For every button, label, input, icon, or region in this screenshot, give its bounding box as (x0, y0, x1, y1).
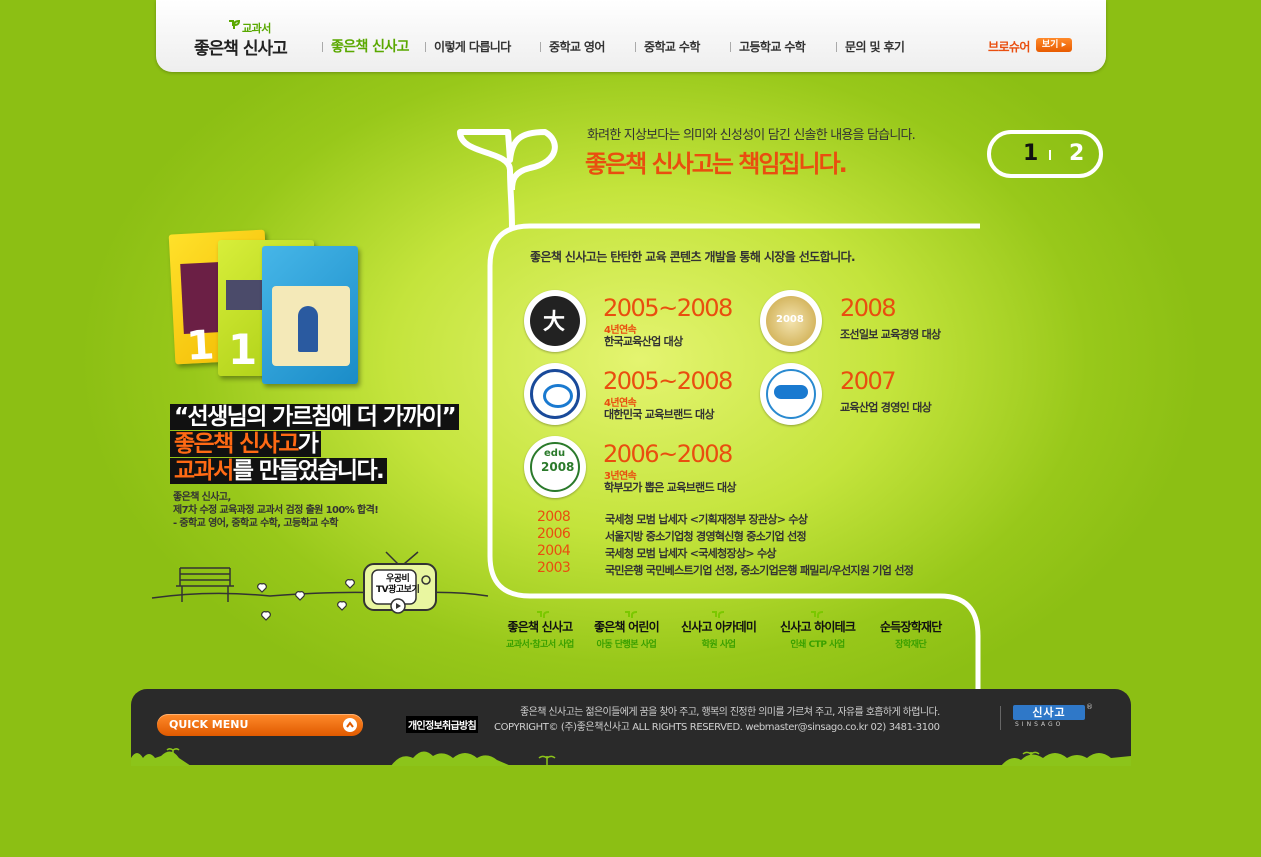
nav-item-sinsago[interactable]: 좋은책 신사고 (322, 36, 410, 56)
quote-line-2: 좋은책 신사고가 (170, 431, 322, 457)
company-link-academy[interactable]: 신사고 아카데미 학원 사업 (681, 611, 757, 650)
nav-item-inquiry[interactable]: 문의 및 후기 (836, 38, 905, 55)
brochure-label: 브로슈어 (988, 40, 1030, 54)
quick-menu-label: QUICK MENU (169, 718, 249, 731)
quote-line-3: 교과서를 만들었습니다. (170, 458, 388, 484)
tv-ad-label[interactable]: 우공비 TV광고보기 (376, 574, 420, 596)
quick-menu-button[interactable]: QUICK MENU (157, 714, 363, 736)
nav-item-high-math[interactable]: 고등학교 수학 (730, 38, 806, 55)
korea-brand-badge-icon (530, 369, 580, 419)
award-years: 2007 (840, 367, 897, 395)
footer-logo: 신사고 (1013, 705, 1085, 720)
quote-brand-2: 교과서 (174, 458, 234, 484)
tv-label-line-2: TV광고보기 (376, 585, 420, 595)
award-name: 조선일보 교육경영 대상 (840, 328, 941, 341)
quote-brand-1: 좋은책 신사고 (174, 431, 299, 457)
book-number-icon: 1 (185, 322, 216, 370)
edu-parents-badge-icon: edu 2008 (530, 442, 580, 492)
nav-item-middle-math[interactable]: 중학교 수학 (635, 38, 700, 55)
hero-title: 좋은책 신사고는 책임집니다. (585, 150, 848, 178)
footer-logo-subtitle: SINSAGO (1015, 721, 1064, 728)
education-ceo-badge-icon (766, 369, 816, 419)
company-desc: 아동 단행본 사업 (596, 640, 657, 650)
site-logo[interactable]: 교과서 좋은책 신사고 (194, 20, 304, 60)
footer-copyright: COPYRIGHT© (주)좋은책신사고 ALL RIGHTS RESERVED… (494, 722, 940, 733)
nav-item-difference[interactable]: 이렇게 다릅니다 (425, 38, 511, 55)
award-badge-2: 2008 (760, 290, 822, 352)
history-year: 2006 (537, 526, 571, 542)
sprout-icon (811, 611, 824, 618)
award-badge-4 (760, 363, 822, 425)
nav-item-middle-english[interactable]: 중학교 영어 (540, 38, 605, 55)
history-text: 국세청 모범 납세자 <국세청장상> 수상 (605, 547, 777, 560)
history-text: 서울지방 중소기업청 경영혁신형 중소기업 선정 (605, 530, 807, 543)
company-desc: 학원 사업 (701, 640, 736, 650)
award-badge-3 (524, 363, 586, 425)
sprout-icon (712, 611, 725, 618)
hero-subtitle: 화려한 지상보다는 의미와 신성성이 담긴 신솔한 내용을 담습니다. (587, 128, 916, 143)
company-name: 신사고 아카데미 (681, 620, 757, 634)
desc-line-3: - 중학교 영어, 중학교 수학, 고등학교 수학 (173, 518, 338, 529)
quote-line-1: “선생님의 가르침에 더 가까이” (170, 404, 459, 430)
awards-heading: 좋은책 신사고는 탄탄한 교육 콘텐츠 개발을 통해 시장을 선도합니다. (530, 250, 856, 264)
company-name: 좋은책 신사고 (507, 620, 573, 634)
award-name: 교육산업 경영인 대상 (840, 401, 932, 414)
book-number-icon: 1 (228, 325, 258, 374)
book-figure-icon (298, 306, 318, 352)
sprout-icon (537, 611, 550, 618)
sprout-icon (229, 20, 240, 29)
company-desc: 인쇄 CTP 사업 (790, 640, 845, 650)
award-name: 학부모가 뽑은 교육브랜드 대상 (604, 481, 737, 494)
company-desc: 교과서·참고서 사업 (506, 640, 574, 650)
award-badge-5: edu 2008 (524, 436, 586, 498)
award-years: 2005~2008 (603, 367, 733, 395)
textbook-cover-math (262, 246, 358, 384)
company-name: 좋은책 어린이 (594, 620, 660, 634)
award-years: 2008 (840, 294, 897, 322)
slide-pager: 1 2 (987, 130, 1103, 178)
chevron-up-icon (343, 718, 357, 732)
award-name: 한국교육산업 대상 (604, 335, 683, 348)
pager-divider (1049, 150, 1051, 160)
pager-page-1[interactable]: 1 (1023, 141, 1038, 166)
company-desc: 장학재단 (895, 640, 927, 650)
award-name: 대한민국 교육브랜드 대상 (604, 408, 715, 421)
history-year: 2008 (537, 509, 571, 525)
registered-mark: ® (1086, 703, 1093, 711)
bench-icon (176, 567, 234, 602)
desc-line-2: 제7차 수정 교육과정 교과서 검정 출원 100% 합격! (173, 505, 379, 516)
textbook-description: 좋은책 신사고, 제7차 수정 교육과정 교과서 검정 출원 100% 합격! … (173, 491, 379, 530)
sprout-icon (625, 611, 638, 618)
logo-title: 좋은책 신사고 (194, 39, 288, 59)
footer-divider (1000, 706, 1001, 730)
company-link-hitech[interactable]: 신사고 하이테크 인쇄 CTP 사업 (780, 611, 856, 650)
chosun-award-badge-icon: 2008 (766, 296, 816, 346)
daesang-badge-icon: 大 (530, 296, 580, 346)
history-year: 2004 (537, 543, 571, 559)
company-link-children[interactable]: 좋은책 어린이 아동 단행본 사업 (594, 611, 660, 650)
company-name: 신사고 하이테크 (780, 620, 856, 634)
top-navigation-bar: 교과서 좋은책 신사고 좋은책 신사고 이렇게 다릅니다 중학교 영어 중학교 … (156, 0, 1106, 72)
brochure-view-button[interactable]: 보기 ▸ (1036, 38, 1072, 52)
award-badge-1: 大 (524, 290, 586, 352)
quote-text-2: 가 (297, 431, 319, 457)
award-years: 2006~2008 (603, 440, 733, 468)
pager-page-2[interactable]: 2 (1069, 141, 1084, 166)
footer-message: 좋은책 신사고는 젊은이들에게 꿈을 찾아 주고, 행복의 진정한 의미를 가르… (520, 707, 940, 718)
grass-decoration (131, 748, 1131, 766)
history-year: 2003 (537, 560, 571, 576)
quote-text-3: 를 만들었습니다. (232, 458, 385, 484)
quote-text-1: “선생님의 가르침에 더 가까이” (170, 404, 459, 430)
privacy-policy-link[interactable]: 개인정보취급방침 (406, 716, 478, 733)
desc-line-1: 좋은책 신사고, (173, 492, 231, 503)
company-link-sinsago[interactable]: 좋은책 신사고 교과서·참고서 사업 (506, 611, 574, 650)
company-link-foundation[interactable]: 순득장학재단 장학재단 (880, 618, 942, 650)
brochure-button-label: 보기 (1041, 40, 1059, 50)
award-years: 2005~2008 (603, 294, 733, 322)
company-name: 순득장학재단 (880, 620, 942, 634)
tv-label-line-1: 우공비 (385, 574, 410, 584)
history-text: 국세청 모범 납세자 <기획재정부 장관상> 수상 (605, 513, 808, 526)
history-text: 국민은행 국민베스트기업 선정, 중소기업은행 패밀리/우선지원 기업 선정 (605, 564, 914, 577)
heart-sprout-icon (257, 579, 355, 621)
